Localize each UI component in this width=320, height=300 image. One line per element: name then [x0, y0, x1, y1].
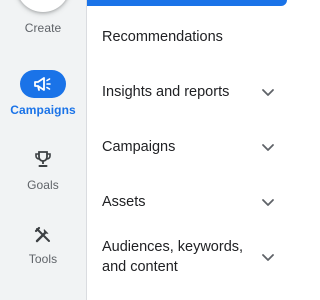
chevron-down-icon	[262, 89, 274, 96]
chevron-down-icon	[262, 144, 274, 151]
menu-item-campaigns[interactable]: Campaigns	[102, 137, 276, 157]
selected-section-bar	[87, 0, 287, 6]
menu-item-label: Insights and reports	[102, 84, 230, 100]
rail-item-label: Campaigns	[10, 103, 76, 117]
rail-item-label: Tools	[28, 252, 58, 266]
rail-divider	[86, 0, 87, 300]
menu-item-label: Assets	[102, 194, 146, 210]
app-shell: Create Campaigns Goals Tools Recommendat…	[0, 0, 300, 300]
chevron-down-icon	[262, 199, 274, 206]
tools-icon	[28, 223, 58, 247]
menu-item-label: Audiences, keywords, and content	[102, 237, 243, 277]
active-indicator	[20, 70, 66, 98]
menu-item-insights-and-reports[interactable]: Insights and reports	[102, 82, 276, 102]
menu-item-audiences-keywords-content[interactable]: Audiences, keywords, and content	[102, 237, 276, 277]
menu-item-label-line1: Audiences, keywords,	[102, 239, 244, 255]
rail-item-label: Goals	[27, 178, 59, 192]
menu-item-assets[interactable]: Assets	[102, 192, 276, 212]
navigation-rail: Create Campaigns Goals Tools	[0, 0, 86, 300]
menu-item-recommendations[interactable]: Recommendations	[102, 27, 276, 47]
menu-item-label: Recommendations	[102, 29, 223, 45]
megaphone-icon	[34, 77, 51, 91]
menu-item-label-line2: and content	[102, 259, 178, 275]
create-button[interactable]	[16, 0, 70, 12]
chevron-down-icon	[262, 254, 274, 261]
trophy-icon	[28, 147, 58, 171]
menu-item-label: Campaigns	[102, 139, 176, 155]
create-label: Create	[24, 21, 62, 35]
